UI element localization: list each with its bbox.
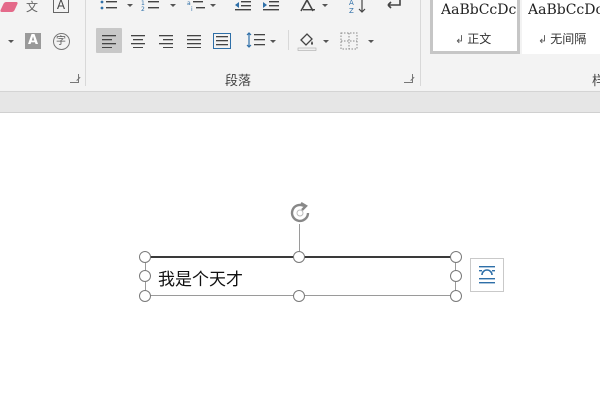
sub-separator <box>288 30 289 50</box>
multilevel-list-dropdown-caret[interactable] <box>210 4 216 7</box>
resize-handle-bottom-right[interactable] <box>450 290 462 302</box>
distributed-button[interactable] <box>209 28 235 53</box>
svg-text:A: A <box>349 0 354 7</box>
resize-handle-middle-right[interactable] <box>450 270 462 282</box>
decrease-indent-icon <box>235 1 251 11</box>
align-center-icon <box>131 34 145 48</box>
distributed-icon <box>213 32 231 49</box>
rotate-icon <box>290 201 310 223</box>
show-hide-marks-button[interactable] <box>385 0 405 12</box>
textbox-content[interactable]: 我是个天才 <box>158 265 243 290</box>
resize-handle-middle-left[interactable] <box>139 270 151 282</box>
ribbon: 文 A A 字 12 ai AZ 段落 AaBbCcDc ↲ 正文 AaBbCc… <box>0 0 600 92</box>
numbering-dropdown-caret[interactable] <box>170 4 176 7</box>
group-separator <box>420 0 421 86</box>
style-normal-name: ↲ 正文 <box>455 32 492 46</box>
chinese-layout-button[interactable] <box>298 0 320 14</box>
resize-handle-bottom-left[interactable] <box>139 290 151 302</box>
clear-formatting-button[interactable] <box>0 0 19 14</box>
phonetic-guide-label: 文 <box>25 0 38 14</box>
layout-options-button[interactable] <box>470 258 504 292</box>
style-no-spacing-name: ↲ 无间隔 <box>538 32 587 46</box>
resize-handle-top-left[interactable] <box>139 251 151 263</box>
style-normal-sample: AaBbCcDc <box>441 2 517 18</box>
resize-handle-top-center[interactable] <box>293 251 305 263</box>
line-spacing-dropdown-caret[interactable] <box>270 40 276 43</box>
character-shading-button[interactable]: A <box>23 31 43 51</box>
increase-indent-button[interactable] <box>261 0 281 12</box>
shading-dropdown-caret[interactable] <box>323 40 329 43</box>
chinese-layout-dropdown-caret[interactable] <box>322 4 328 7</box>
multilevel-list-button[interactable]: ai <box>186 0 208 12</box>
increase-indent-icon <box>263 1 279 11</box>
line-spacing-button[interactable] <box>245 30 267 50</box>
eraser-icon <box>0 2 19 12</box>
phonetic-guide-button[interactable]: 文 <box>22 0 42 14</box>
sort-button[interactable]: AZ <box>347 0 369 14</box>
paragraph-mark-icon: ↲ <box>455 33 465 46</box>
numbering-icon: 12 <box>141 0 159 12</box>
font-dialog-launcher[interactable] <box>70 74 79 83</box>
character-border-button[interactable]: A <box>51 0 71 14</box>
chinese-layout-icon <box>300 0 315 12</box>
svg-text:Z: Z <box>349 7 354 14</box>
font-color-dropdown-caret[interactable] <box>8 40 14 43</box>
align-left-button[interactable] <box>96 28 122 53</box>
align-right-button[interactable] <box>153 28 179 53</box>
svg-text:2: 2 <box>141 6 145 12</box>
resize-handle-top-right[interactable] <box>450 251 462 263</box>
multilevel-list-icon: ai <box>187 0 205 12</box>
style-no-spacing-sample: AaBbCcDc <box>528 2 600 18</box>
borders-dropdown-caret[interactable] <box>368 40 374 43</box>
align-right-icon <box>159 34 173 48</box>
line-spacing-icon <box>246 32 265 48</box>
borders-button[interactable] <box>339 31 359 51</box>
bullets-dropdown-caret[interactable] <box>127 4 133 7</box>
group-separator <box>85 0 86 86</box>
bullets-button[interactable] <box>98 0 120 12</box>
ruler-strip <box>0 92 600 113</box>
paragraph-group-label: 段落 <box>225 74 252 89</box>
justify-button[interactable] <box>181 28 207 53</box>
svg-text:i: i <box>191 6 193 12</box>
enclose-characters-button[interactable]: 字 <box>51 31 71 51</box>
bullets-icon <box>100 0 117 10</box>
paragraph-dialog-launcher[interactable] <box>404 74 413 83</box>
style-no-spacing[interactable]: AaBbCcDc ↲ 无间隔 <box>522 0 600 54</box>
styles-group-label: 样 <box>592 74 600 89</box>
align-left-icon <box>102 34 116 48</box>
rotate-handle[interactable] <box>287 200 313 230</box>
paragraph-mark-icon: ↲ <box>538 33 548 46</box>
align-center-button[interactable] <box>125 28 151 53</box>
resize-handle-bottom-center[interactable] <box>293 290 305 302</box>
sort-icon: AZ <box>349 0 366 14</box>
enclose-characters-label: 字 <box>52 32 70 50</box>
decrease-indent-button[interactable] <box>233 0 253 12</box>
shading-button[interactable] <box>296 30 318 52</box>
character-shading-label: A <box>25 33 41 49</box>
borders-icon <box>340 32 358 50</box>
paint-bucket-icon <box>297 33 317 51</box>
layout-options-icon <box>479 266 495 284</box>
numbering-button[interactable]: 12 <box>140 0 162 12</box>
character-border-label: A <box>52 0 70 13</box>
paragraph-marks-icon <box>387 0 401 9</box>
justify-icon <box>187 34 201 48</box>
style-normal[interactable]: AaBbCcDc ↲ 正文 <box>430 0 520 54</box>
